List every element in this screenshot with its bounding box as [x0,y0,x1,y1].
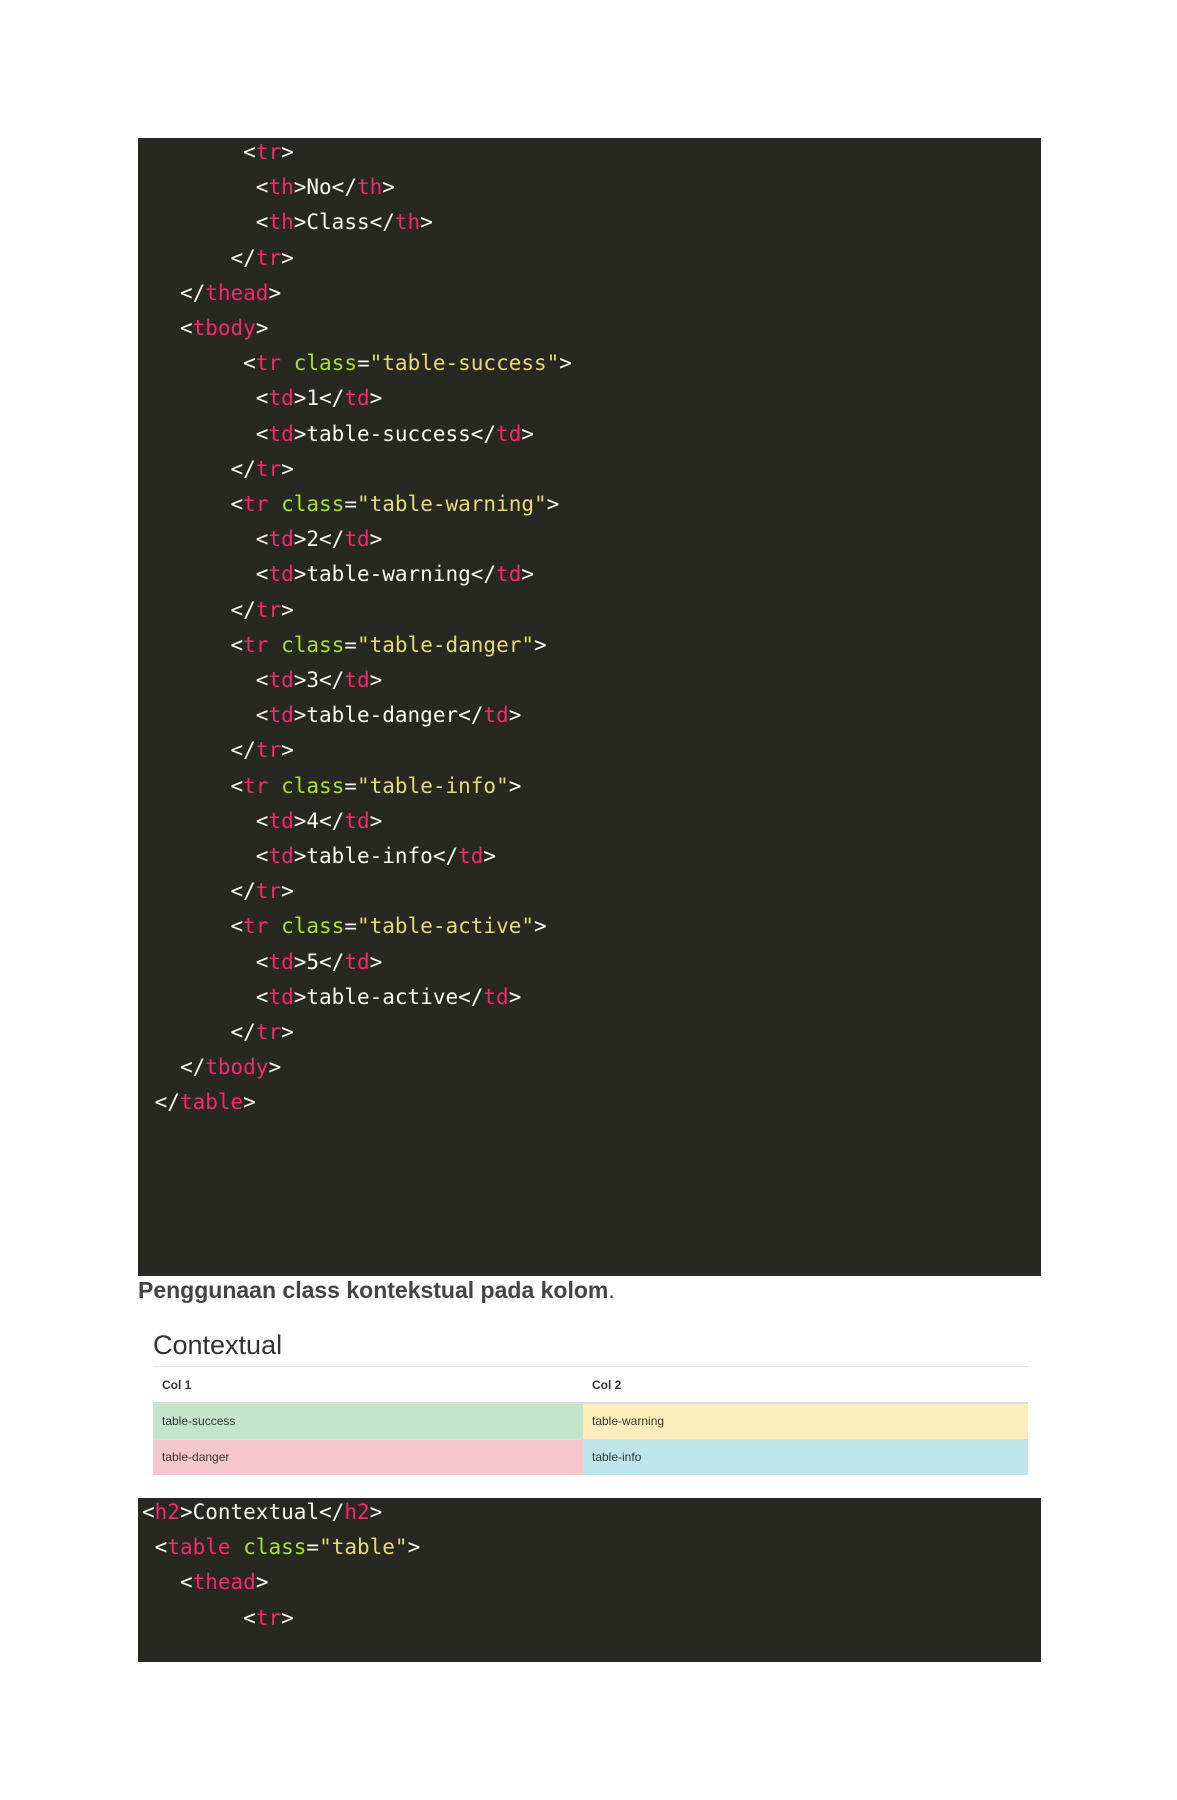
header-col-1: Col 1 [153,1367,583,1404]
code-line: </tr> [230,738,294,763]
contextual-table: Col 1 Col 2 table-success table-warning ta… [153,1367,1028,1475]
code-line: <td>4</td> [255,808,383,833]
code-line: <td>5</td> [255,949,383,974]
code-line: <td>table-danger</td> [255,703,522,728]
code-line: <tr class="table-info"> [230,773,522,798]
table-cell: table-info [583,1438,1028,1475]
code-line: <tr class="table-danger"> [230,632,547,657]
table-cell: table-warning [583,1402,1028,1439]
code-line: </tr> [230,1020,294,1044]
code-line: <h2>Contextual</h2> [142,1500,383,1524]
code-line: <td>2</td> [255,527,383,552]
code-line: <td>table-warning</td> [255,562,534,587]
code-line: </tr> [230,597,294,622]
code-line: </tr> [230,456,294,481]
table-cell: table-danger [153,1438,583,1475]
code-line: <th>No</th> [255,175,395,200]
code-line: <table class="table"> [154,1535,421,1560]
code-line: <tr> [243,140,294,164]
code-line: <tbody> [179,316,269,340]
header-col-2: Col 2 [583,1367,1028,1404]
code-line: </tr> [230,245,294,270]
code-line: <tr> [243,1605,294,1630]
code-line: <thead> [179,1570,269,1595]
code-line: <td>table-info</td> [255,844,497,868]
code-line: <td>table-success</td> [255,421,534,446]
caption: Penggunaan class kontekstual pada kolom. [138,1277,615,1304]
demo-title: Contextual [153,1330,283,1360]
caption-bold: Penggunaan class kontekstual pada kolom [138,1277,609,1303]
table-cell: table-success [153,1402,583,1439]
table-header-row: Col 1 Col 2 [153,1367,1028,1404]
table-row: table-success table-warning [153,1402,1028,1439]
code-line: <td>3</td> [255,668,383,692]
code-line: </tbody> [179,1055,282,1080]
table-row: table-danger table-info [153,1438,1028,1475]
code-line: <th>Class</th> [255,210,433,235]
code-line: <tr class="table-active"> [230,914,547,939]
code-block-top: <tr> <th>No</th> <th>Class</th> </tr> </… [138,138,1041,1276]
caption-tail: . [608,1277,615,1303]
code-line: </table> [154,1090,256,1115]
code-line: <td>table-active</td> [255,984,522,1009]
code-line: <td>1</td> [255,386,383,411]
code-block-bottom: <h2>Contextual</h2> <table class="table"… [138,1498,1041,1662]
code-line: </thead> [179,280,282,305]
code-line: <tr class="table-warning"> [230,492,560,516]
code-line: <tr class="table-success"> [243,351,572,376]
code-line: </tr> [230,879,294,904]
